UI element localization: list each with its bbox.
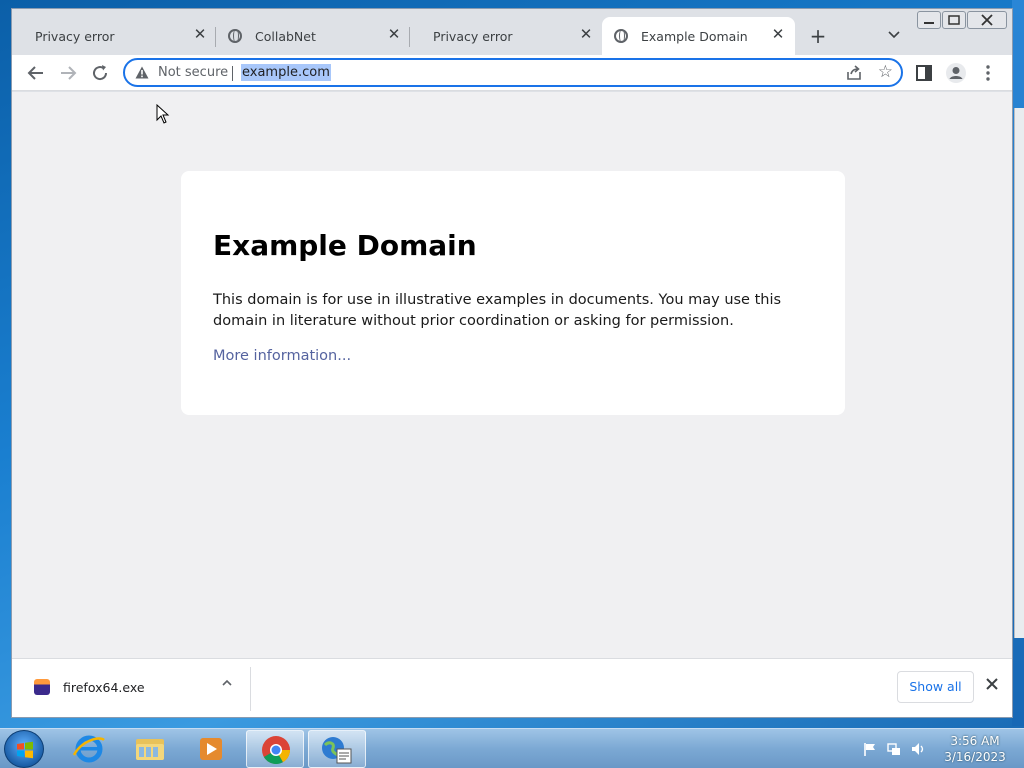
close-window-button[interactable]: [967, 11, 1007, 29]
avatar-icon: [946, 63, 966, 83]
taskbar: 3:56 AM 3/16/2023: [0, 728, 1024, 768]
internet-explorer-icon: [72, 735, 105, 763]
show-all-button[interactable]: Show all: [897, 671, 974, 703]
arrow-right-icon: [61, 66, 77, 80]
forward-button[interactable]: [56, 61, 80, 85]
reload-button[interactable]: [88, 61, 112, 85]
taskbar-chrome[interactable]: [246, 730, 304, 768]
volume-icon[interactable]: [910, 741, 926, 757]
mouse-cursor-icon: [156, 104, 170, 124]
tab-example-domain[interactable]: Example Domain ✕: [602, 17, 795, 55]
tab-close-icon[interactable]: ✕: [192, 26, 208, 42]
tab-search-chevron-down-icon[interactable]: [886, 27, 902, 43]
address-bar[interactable]: Not secure example.com ☆: [123, 58, 903, 87]
network-globe-icon: [322, 737, 352, 764]
more-information-link[interactable]: More information...: [213, 348, 351, 364]
arrow-left-icon: [27, 66, 43, 80]
security-chip[interactable]: Not secure: [158, 65, 228, 80]
browser-toolbar: Not secure example.com ☆: [12, 55, 1012, 91]
network-icon[interactable]: [886, 741, 902, 757]
system-clock[interactable]: 3:56 AM 3/16/2023: [940, 733, 1010, 765]
url-text[interactable]: example.com: [241, 64, 331, 81]
tab-collabnet[interactable]: CollabNet ✕: [216, 17, 410, 55]
divider: [250, 667, 251, 711]
warning-icon: [135, 66, 149, 79]
page-title: Example Domain: [213, 229, 477, 262]
download-file-name[interactable]: firefox64.exe: [63, 680, 145, 695]
clock-date: 3/16/2023: [944, 750, 1006, 764]
tab-close-icon[interactable]: ✕: [578, 26, 594, 42]
tab-title: CollabNet: [255, 29, 316, 44]
side-panel-button[interactable]: [912, 61, 936, 85]
system-tray: [862, 737, 932, 761]
firefox-file-icon: [34, 679, 50, 695]
bookmark-star-icon[interactable]: ☆: [878, 62, 893, 82]
download-shelf: firefox64.exe Show all: [12, 658, 1012, 717]
tab-privacy-error-2[interactable]: Privacy error ✕: [410, 17, 602, 55]
tab-title: Example Domain: [641, 29, 748, 44]
back-button[interactable]: [24, 61, 48, 85]
content-card: Example Domain This domain is for use in…: [181, 171, 845, 415]
page-description: This domain is for use in illustrative e…: [213, 292, 782, 329]
taskbar-network-tool[interactable]: [308, 730, 366, 768]
start-button[interactable]: [4, 730, 44, 768]
taskbar-internet-explorer[interactable]: [60, 730, 118, 768]
background-window-edge: [1014, 108, 1024, 638]
kebab-menu-icon: [986, 65, 990, 81]
globe-icon: [614, 29, 628, 43]
taskbar-media-player[interactable]: [182, 730, 240, 768]
tab-title: Privacy error: [433, 29, 513, 44]
reload-icon: [93, 65, 108, 81]
clock-time: 3:56 AM: [950, 734, 1000, 748]
menu-button[interactable]: [976, 61, 1000, 85]
share-icon[interactable]: [845, 64, 863, 82]
close-icon: [986, 678, 998, 690]
action-center-flag-icon[interactable]: [862, 741, 878, 757]
folder-icon: [136, 739, 164, 760]
tab-close-icon[interactable]: ✕: [770, 26, 786, 42]
chevron-up-icon[interactable]: [219, 677, 235, 692]
chrome-icon: [262, 736, 290, 764]
minimize-button[interactable]: [917, 11, 941, 29]
desktop-background: [1012, 0, 1024, 726]
profile-button[interactable]: [944, 61, 968, 85]
tab-title: Privacy error: [35, 29, 115, 44]
page-viewport: Example Domain This domain is for use in…: [12, 92, 1012, 658]
new-tab-button[interactable]: +: [808, 26, 828, 46]
tab-strip: Privacy error ✕ CollabNet ✕ Privacy erro…: [12, 9, 1012, 55]
restore-button[interactable]: [942, 11, 966, 29]
side-panel-icon: [916, 65, 932, 81]
tab-privacy-error-1[interactable]: Privacy error ✕: [12, 17, 216, 55]
globe-icon: [228, 29, 242, 43]
windows-logo-icon: [17, 741, 33, 759]
taskbar-file-explorer[interactable]: [121, 730, 179, 768]
close-shelf-button[interactable]: [984, 676, 1000, 695]
divider: [232, 66, 233, 81]
media-player-icon: [200, 738, 222, 760]
tab-close-icon[interactable]: ✕: [386, 26, 402, 42]
